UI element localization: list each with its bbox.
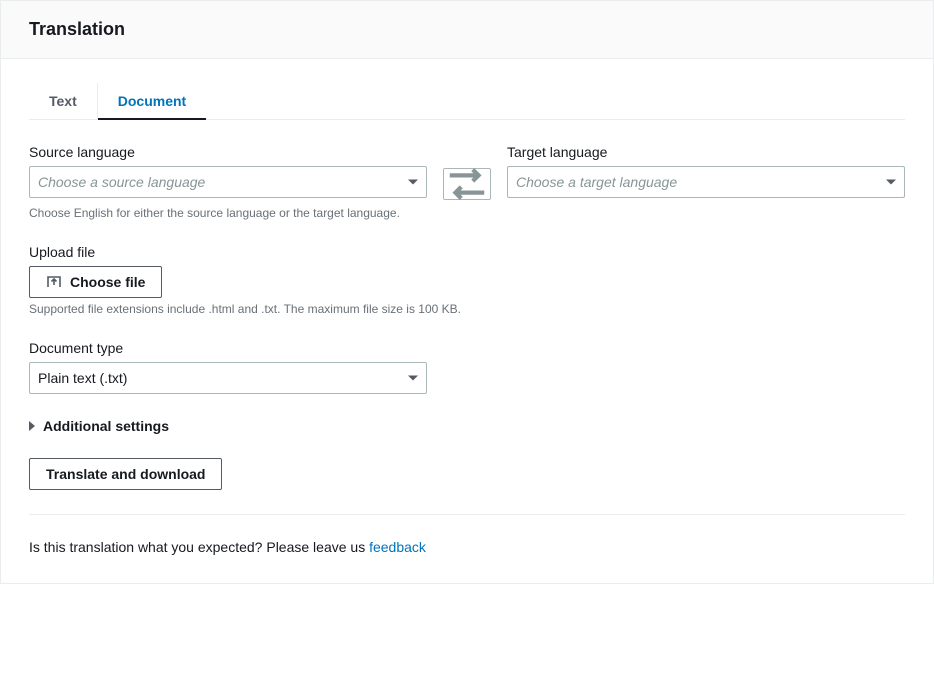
page-title: Translation [29,19,905,40]
swap-languages-button[interactable] [443,168,491,200]
tab-text-label: Text [49,93,77,109]
target-language-column: Target language Choose a target language [507,144,905,198]
feedback-link[interactable]: feedback [369,539,426,555]
target-language-label: Target language [507,144,905,160]
feedback-text: Is this translation what you expected? P… [29,539,369,555]
translate-download-button[interactable]: Translate and download [29,458,222,490]
caret-down-icon [408,376,418,381]
tab-document[interactable]: Document [98,83,206,119]
document-type-label: Document type [29,340,905,356]
caret-down-icon [886,180,896,185]
source-language-select[interactable]: Choose a source language [29,166,427,198]
upload-section: Upload file Choose file Supported file e… [29,244,905,316]
caret-right-icon [29,421,35,431]
upload-helper: Supported file extensions include .html … [29,302,905,316]
language-row: Source language Choose a source language… [29,144,905,200]
source-language-column: Source language Choose a source language [29,144,427,198]
additional-settings-label: Additional settings [43,418,169,434]
choose-file-button[interactable]: Choose file [29,266,162,298]
tab-text[interactable]: Text [29,83,98,119]
source-language-helper: Choose English for either the source lan… [29,206,905,220]
swap-icon [444,161,490,207]
source-language-placeholder: Choose a source language [38,174,205,190]
target-language-placeholder: Choose a target language [516,174,677,190]
source-language-label: Source language [29,144,427,160]
swap-column [443,144,491,200]
panel-content: Text Document Source language Choose a s… [1,83,933,583]
upload-file-label: Upload file [29,244,905,260]
tab-bar: Text Document [29,83,905,120]
tab-document-label: Document [118,93,186,109]
document-type-value: Plain text (.txt) [38,370,127,386]
actions-row: Translate and download [29,458,905,490]
divider [29,514,905,515]
choose-file-label: Choose file [70,274,145,290]
additional-settings-expander[interactable]: Additional settings [29,418,169,434]
translate-download-label: Translate and download [46,466,205,482]
panel-header: Translation [1,1,933,59]
caret-down-icon [408,180,418,185]
upload-icon [46,274,62,290]
feedback-row: Is this translation what you expected? P… [29,539,905,555]
doctype-section: Document type Plain text (.txt) [29,340,905,394]
document-type-select[interactable]: Plain text (.txt) [29,362,427,394]
translation-panel: Translation Text Document Source languag… [0,0,934,584]
target-language-select[interactable]: Choose a target language [507,166,905,198]
